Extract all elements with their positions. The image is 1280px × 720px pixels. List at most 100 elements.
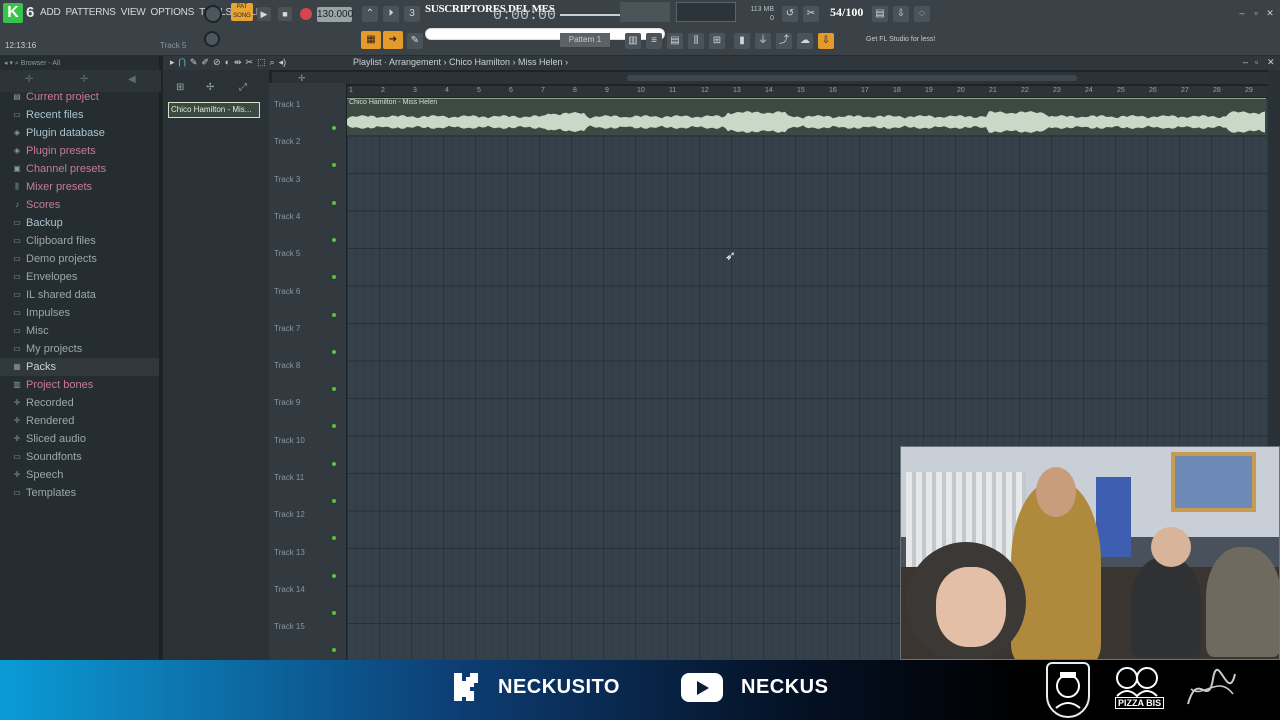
playback-icon[interactable]: ◂) — [279, 57, 287, 68]
zoom-icon[interactable]: ⌕ — [270, 57, 275, 68]
browser-item-scores[interactable]: ♪ Scores — [12, 196, 60, 214]
stamp-icon[interactable]: ▮ — [734, 33, 750, 49]
fl-logo[interactable]: K — [3, 3, 23, 23]
track-mute-led[interactable] — [332, 200, 336, 205]
track-mute-led[interactable] — [332, 424, 336, 429]
browser-icon[interactable]: ▥ — [625, 33, 641, 49]
tempo-display[interactable]: 130.000 — [317, 7, 353, 22]
mute-icon[interactable]: ◐ — [225, 57, 230, 68]
select-icon[interactable]: ⬚ — [257, 57, 266, 68]
link-icon[interactable]: ✛ — [80, 74, 88, 85]
undo-icon[interactable]: ↺ — [782, 6, 798, 22]
track-mute-led[interactable] — [332, 648, 336, 653]
mixer-icon[interactable]: ⫼ — [688, 33, 704, 49]
wand-icon[interactable]: ⤴ — [776, 33, 792, 49]
track-mute-led[interactable] — [332, 349, 336, 354]
browser-item-packs[interactable]: ▦ Packs — [0, 358, 159, 376]
pencil-icon[interactable]: ✎ — [407, 33, 423, 49]
track-mute-led[interactable] — [332, 461, 336, 466]
track-name[interactable]: Track 15 — [274, 622, 305, 631]
track-name[interactable]: Track 10 — [274, 436, 305, 445]
menu-view[interactable]: VIEW — [121, 7, 146, 18]
chat-icon[interactable]: ◌ — [914, 6, 930, 22]
playlist-close-icon[interactable]: ✕ — [1267, 57, 1275, 68]
browser-item-sliced-audio[interactable]: ✛ Sliced audio — [12, 430, 86, 448]
track-mute-led[interactable] — [332, 163, 336, 168]
browser-item-recent-files[interactable]: ▭ Recent files — [12, 106, 83, 124]
track-name[interactable]: Track 9 — [274, 398, 300, 407]
browser-item-project-bones[interactable]: ▥ Project bones — [12, 376, 93, 394]
plugin-icon[interactable]: ⊞ — [709, 33, 725, 49]
render-icon[interactable]: ⇩ — [893, 6, 909, 22]
browser-item-plugin-database[interactable]: ◈ Plugin database — [12, 124, 105, 142]
collapse-icon[interactable]: ✛ — [25, 74, 33, 85]
browser-item-current-project[interactable]: ▤ Current project — [12, 88, 99, 106]
maximize-icon[interactable]: ▫ — [1250, 8, 1262, 18]
pattern-clip-item[interactable]: Chico Hamilton - Mis... — [168, 102, 260, 118]
track-mute-led[interactable] — [332, 499, 336, 503]
playlist-min-icon[interactable]: – — [1243, 57, 1248, 67]
playlist-max-icon[interactable]: ▫ — [1255, 57, 1258, 67]
record-button[interactable] — [300, 8, 312, 20]
browser-item-templates[interactable]: ▭ Templates — [12, 484, 76, 502]
slice-icon[interactable]: ✂ — [246, 57, 254, 68]
track-name[interactable]: Track 8 — [274, 361, 300, 370]
play-button[interactable]: ▶ — [257, 7, 271, 21]
track-mute-led[interactable] — [332, 275, 336, 280]
track-mute-led[interactable] — [332, 126, 336, 130]
paint-icon[interactable]: ✐ — [201, 57, 209, 68]
track-name[interactable]: Track 11 — [274, 473, 304, 482]
delete-icon[interactable]: ⊘ — [213, 57, 221, 68]
browser-item-rendered[interactable]: ✛ Rendered — [12, 412, 75, 430]
browser-item-speech[interactable]: ✛ Speech — [12, 466, 64, 484]
track-name[interactable]: Track 3 — [274, 175, 300, 184]
track-name[interactable]: Track 5 — [274, 249, 300, 258]
magnet-icon[interactable]: ⋂ — [179, 57, 186, 68]
arrow-icon[interactable]: ➜ — [383, 31, 403, 49]
playlist-icon[interactable]: ▦ — [361, 31, 381, 49]
timeline-ruler[interactable]: 1 2 3 4 5 6 7 8 9 10 11 12 13 14 15 16 17 18 19 20 21 22 23 24 2… — [347, 86, 1268, 98]
browser-item-backup[interactable]: ▭ Backup — [12, 214, 62, 232]
picker-icon[interactable]: ⊞ — [176, 82, 184, 93]
track-name[interactable]: Track 7 — [274, 324, 300, 333]
draw-icon[interactable]: ✎ — [190, 57, 198, 68]
menu-arrow-icon[interactable]: ▸ — [170, 57, 175, 68]
browser-header[interactable]: ◂ ▾ ⌕ Browser - All — [0, 56, 161, 70]
close-icon[interactable]: ✕ — [1264, 8, 1276, 18]
browser-item-demo-projects[interactable]: ▭ Demo projects — [12, 250, 97, 268]
master-volume-knob[interactable] — [204, 5, 222, 23]
browser-item-misc[interactable]: ▭ Misc — [12, 322, 48, 340]
track-mute-led[interactable] — [332, 536, 336, 541]
track-mute-led[interactable] — [332, 237, 336, 242]
speaker-icon[interactable]: ◀ — [128, 74, 136, 85]
promo-link[interactable]: Get FL Studio for less! — [866, 33, 976, 47]
browser-item-plugin-presets[interactable]: ◈ Plugin presets — [12, 142, 96, 160]
browser-menu-icon[interactable]: ◂ ▾ ⌕ — [4, 60, 21, 67]
song-position[interactable]: 0:00:00 — [493, 7, 556, 24]
metronome-icon[interactable]: ⌃ — [362, 6, 378, 22]
horizontal-scrollbar[interactable] — [627, 75, 1077, 81]
browser-item-envelopes[interactable]: ▭ Envelopes — [12, 268, 77, 286]
minimize-icon[interactable]: – — [1236, 8, 1248, 18]
menu-patterns[interactable]: PATTERNS — [66, 7, 116, 18]
menu-add[interactable]: ADD — [40, 7, 61, 18]
browser-item-soundfonts[interactable]: ▭ Soundfonts — [12, 448, 81, 466]
track-name[interactable]: Track 12 — [274, 510, 305, 519]
track-name[interactable]: Track 1 — [274, 100, 300, 109]
track-name[interactable]: Track 13 — [274, 548, 305, 557]
pattern-selector[interactable]: Pattern 1 — [560, 33, 610, 47]
track-name[interactable]: Track 2 — [274, 137, 300, 146]
track-mute-led[interactable] — [332, 387, 336, 392]
move-icon[interactable]: ✢ — [206, 82, 214, 93]
track-mute-led[interactable] — [332, 573, 336, 578]
menu-options[interactable]: OPTIONS — [151, 7, 195, 18]
curve-icon[interactable]: ⤢ — [239, 82, 247, 93]
tuner-icon[interactable]: ⏚ — [755, 33, 771, 49]
pat-song-toggle[interactable]: PAT SONG — [231, 3, 253, 21]
cloud-icon[interactable]: ☁ — [797, 33, 813, 49]
countdown-icon[interactable]: 3 — [404, 6, 420, 22]
browser-item-clipboard-files[interactable]: ▭ Clipboard files — [12, 232, 95, 250]
track-mute-led[interactable] — [332, 610, 336, 615]
browser-item-channel-presets[interactable]: ▣ Channel presets — [12, 160, 106, 178]
browser-item-my-projects[interactable]: ▭ My projects — [12, 340, 82, 358]
